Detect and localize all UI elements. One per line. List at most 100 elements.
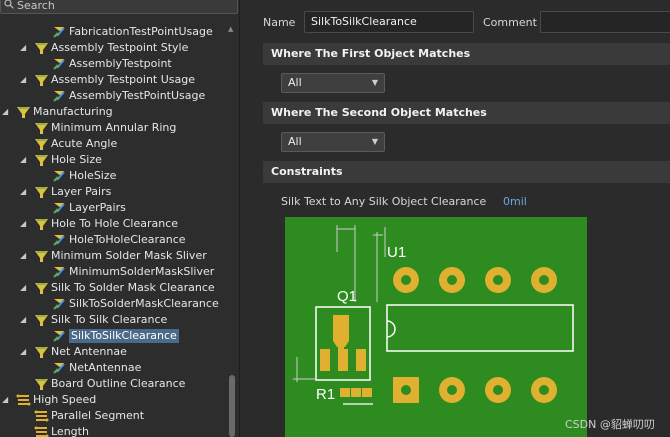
tree-item-label: Hole To Hole Clearance	[51, 217, 179, 230]
tree-item[interactable]: ◢ Minimum Solder Mask Sliver	[0, 248, 226, 264]
chevron-down-icon: ▼	[371, 137, 378, 146]
chevron-down-icon: ▼	[371, 78, 378, 87]
tree-item[interactable]: ◢ Silk To Silk Clearance	[0, 312, 226, 328]
tree-scrollbar[interactable]	[229, 375, 235, 437]
clearance-diagram: U1 Q1 R1	[285, 217, 587, 437]
tree-item[interactable]: ◢ Assembly Testpoint Usage	[0, 72, 226, 88]
rule-editor-panel: Name SilkToSilkClearance Comment Where T…	[247, 0, 670, 437]
tree-item[interactable]: Parallel Segment	[0, 408, 226, 424]
rule-category-icon	[34, 153, 49, 167]
tree-item[interactable]: ◢ Net Antennae	[0, 344, 226, 360]
tree-item[interactable]: ◢ High Speed	[0, 392, 226, 408]
tree-item[interactable]: Acute Angle	[0, 136, 226, 152]
tree-item[interactable]: FabricationTestPointUsage	[0, 24, 226, 40]
second-object-selected-value: All	[288, 135, 302, 148]
second-object-section-header[interactable]: Where The Second Object Matches	[263, 102, 670, 124]
tree-item[interactable]: ◢ Hole Size	[0, 152, 226, 168]
second-object-query-select[interactable]: All ▼	[281, 132, 385, 152]
rule-icon	[52, 297, 67, 311]
expand-arrow-icon[interactable]: ◢	[2, 105, 12, 119]
tree-item-label: SilkToSolderMaskClearance	[69, 297, 219, 310]
constraint-label: Silk Text to Any Silk Object Clearance	[281, 195, 487, 208]
tree-item-label: Silk To Silk Clearance	[51, 313, 168, 326]
tree-item[interactable]: AssemblyTestPointUsage	[0, 88, 226, 104]
tree-item[interactable]: ◢ Silk To Solder Mask Clearance	[0, 280, 226, 296]
rule-tree-panel: Search ▲ FabricationTestPointUsage ◢ Assem…	[0, 0, 240, 437]
u1-label: U1	[387, 244, 406, 261]
expand-arrow-icon[interactable]: ◢	[20, 313, 30, 327]
tree-item-label: Minimum Solder Mask Sliver	[51, 249, 207, 262]
expand-arrow-icon[interactable]: ◢	[20, 73, 30, 87]
search-placeholder: Search	[17, 0, 55, 12]
tree-item-label: Silk To Solder Mask Clearance	[51, 281, 215, 294]
tree-item[interactable]: AssemblyTestpoint	[0, 56, 226, 72]
rule-category-icon	[34, 281, 49, 295]
rule-category-icon	[34, 377, 49, 391]
expand-arrow-icon[interactable]: ◢	[2, 393, 12, 407]
rule-icon	[52, 89, 67, 103]
tree-item[interactable]: Board Outline Clearance	[0, 376, 226, 392]
tree-item-label: HoleToHoleClearance	[69, 233, 186, 246]
rule-icon	[52, 169, 67, 183]
r1-pads	[340, 388, 372, 397]
tree-item-label: SilkToSilkClearance	[69, 329, 179, 343]
first-object-section-header[interactable]: Where The First Object Matches	[263, 43, 670, 65]
expand-arrow-icon[interactable]: ◢	[20, 249, 30, 263]
tree-item[interactable]: ◢ Assembly Testpoint Style	[0, 40, 226, 56]
rule-icon	[52, 57, 67, 71]
scroll-up-arrow-icon[interactable]: ▲	[228, 25, 237, 33]
constraint-value-field[interactable]: 0mil	[503, 195, 527, 208]
name-label: Name	[263, 16, 296, 29]
tree-item[interactable]: SilkToSilkClearance	[0, 328, 226, 344]
comment-field[interactable]	[540, 11, 670, 33]
tree-item[interactable]: SilkToSolderMaskClearance	[0, 296, 226, 312]
rule-icon	[52, 201, 67, 215]
tree-item-label: MinimumSolderMaskSliver	[69, 265, 215, 278]
tree-item-label: AssemblyTestpoint	[69, 57, 172, 70]
tree-item[interactable]: HoleToHoleClearance	[0, 232, 226, 248]
tree-item-label: NetAntennae	[69, 361, 142, 374]
expand-arrow-icon[interactable]: ◢	[20, 345, 30, 359]
rule-category-icon	[34, 345, 49, 359]
pcb-board	[285, 217, 587, 437]
tree-item[interactable]: NetAntennae	[0, 360, 226, 376]
tree-item-label: Minimum Annular Ring	[51, 121, 177, 134]
tree-item-label: LayerPairs	[69, 201, 126, 214]
expand-arrow-icon[interactable]: ◢	[20, 41, 30, 55]
tree-item-label: Net Antennae	[51, 345, 127, 358]
rule-category-icon	[34, 185, 49, 199]
rule-category-icon	[34, 73, 49, 87]
tree-item[interactable]: ◢ Manufacturing	[0, 104, 226, 120]
search-box[interactable]: Search	[0, 0, 238, 14]
tree-item[interactable]: ◢ Hole To Hole Clearance	[0, 216, 226, 232]
tree-item[interactable]: Length	[0, 424, 226, 437]
rule-category-icon	[34, 41, 49, 55]
q1-pad-2	[338, 349, 348, 371]
first-object-query-select[interactable]: All ▼	[281, 73, 385, 93]
rule-category-icon	[34, 217, 49, 231]
tree-item[interactable]: LayerPairs	[0, 200, 226, 216]
tree-item-label: Acute Angle	[51, 137, 118, 150]
expand-arrow-icon[interactable]: ◢	[20, 185, 30, 199]
tree-item[interactable]: ◢ Layer Pairs	[0, 184, 226, 200]
expand-arrow-icon[interactable]: ◢	[20, 217, 30, 231]
expand-arrow-icon[interactable]: ◢	[20, 281, 30, 295]
high-speed-rule-icon	[34, 425, 49, 437]
name-field[interactable]: SilkToSilkClearance	[304, 11, 474, 33]
q1-pad-1	[320, 349, 330, 371]
tree-item[interactable]: Minimum Annular Ring	[0, 120, 226, 136]
tree-item-label: Layer Pairs	[51, 185, 112, 198]
rule-category-icon	[34, 137, 49, 151]
manufacturing-icon	[16, 105, 31, 119]
expand-arrow-icon[interactable]: ◢	[20, 153, 30, 167]
rule-icon	[52, 265, 67, 279]
q1-pad-3	[356, 349, 366, 371]
tree-item-label: HoleSize	[69, 169, 117, 182]
tree-item[interactable]: MinimumSolderMaskSliver	[0, 264, 226, 280]
constraints-section-header[interactable]: Constraints	[263, 161, 670, 183]
tree-item[interactable]: HoleSize	[0, 168, 226, 184]
tree-item-label: Parallel Segment	[51, 409, 145, 422]
tree-item-label: AssemblyTestPointUsage	[69, 89, 206, 102]
high-speed-icon	[16, 393, 31, 407]
search-icon	[4, 0, 14, 9]
